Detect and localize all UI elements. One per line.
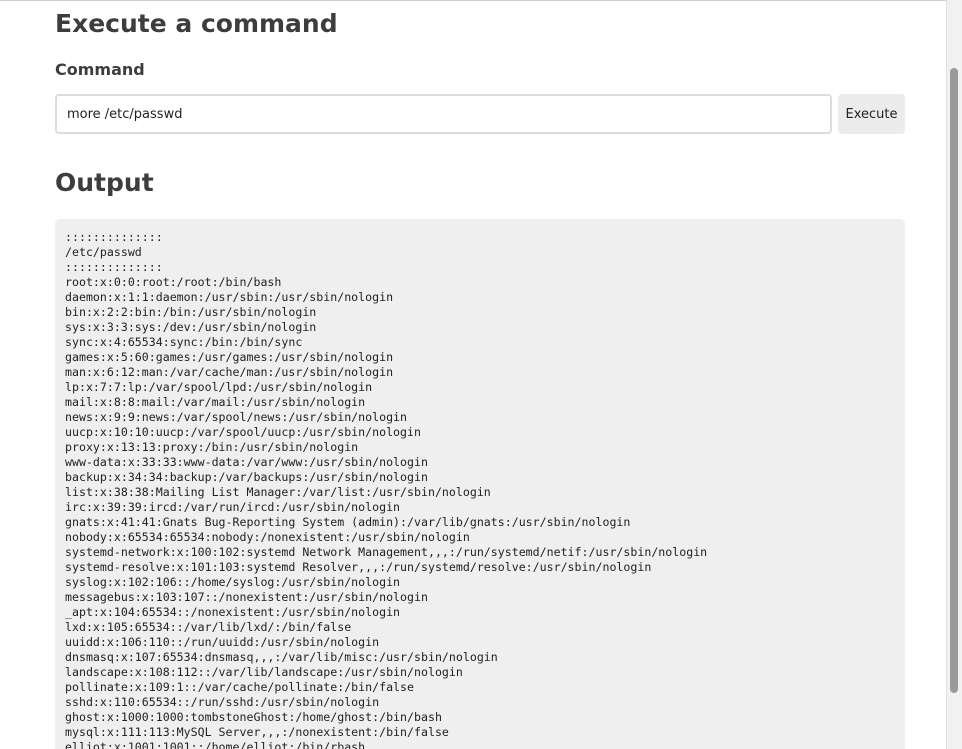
output-line: elliot:x:1001:1001::/home/elliot:/bin/rb…	[65, 740, 366, 749]
output-line: www-data:x:33:33:www-data:/var/www:/usr/…	[65, 455, 428, 469]
output-line: pollinate:x:109:1::/var/cache/pollinate:…	[65, 680, 415, 694]
output-line: mail:x:8:8:mail:/var/mail:/usr/sbin/nolo…	[65, 395, 366, 409]
output-line: proxy:x:13:13:proxy:/bin:/usr/sbin/nolog…	[65, 440, 359, 454]
output-line: systemd-network:x:100:102:systemd Networ…	[65, 545, 708, 559]
output-line: man:x:6:12:man:/var/cache/man:/usr/sbin/…	[65, 365, 394, 379]
output-line: _apt:x:104:65534::/nonexistent:/usr/sbin…	[65, 605, 401, 619]
command-input[interactable]	[55, 94, 832, 134]
output-line: landscape:x:108:112::/var/lib/landscape:…	[65, 665, 463, 679]
output-line: nobody:x:65534:65534:nobody:/nonexistent…	[65, 530, 470, 544]
output-line: messagebus:x:103:107::/nonexistent:/usr/…	[65, 590, 428, 604]
output-panel: ::::::::::::::/etc/passwd:::::::::::::: r…	[55, 219, 905, 749]
output-line: sshd:x:110:65534::/run/sshd:/usr/sbin/no…	[65, 695, 380, 709]
output-line: dnsmasq:x:107:65534:dnsmasq,,,:/var/lib/…	[65, 650, 498, 664]
output-line: list:x:38:38:Mailing List Manager:/var/l…	[65, 485, 491, 499]
output-line: sync:x:4:65534:sync:/bin:/bin/sync	[65, 335, 303, 349]
output-line: /etc/passwd	[65, 245, 142, 259]
output-line: daemon:x:1:1:daemon:/usr/sbin:/usr/sbin/…	[65, 290, 394, 304]
output-line: irc:x:39:39:ircd:/var/run/ircd:/usr/sbin…	[65, 500, 401, 514]
output-line: lxd:x:105:65534::/var/lib/lxd/:/bin/fals…	[65, 620, 352, 634]
output-lines: ::::::::::::::/etc/passwd:::::::::::::: r…	[65, 230, 895, 749]
output-line: systemd-resolve:x:101:103:systemd Resolv…	[65, 560, 652, 574]
output-line: root:x:0:0:root:/root:/bin/bash	[65, 275, 282, 289]
output-line: ghost:x:1000:1000:tombstoneGhost:/home/g…	[65, 710, 442, 724]
output-title: Output	[55, 168, 154, 197]
scrollbar-thumb[interactable]	[950, 68, 958, 693]
vertical-scrollbar[interactable]	[946, 0, 962, 749]
output-line: uuidd:x:106:110::/run/uuidd:/usr/sbin/no…	[65, 635, 380, 649]
output-line: games:x:5:60:games:/usr/games:/usr/sbin/…	[65, 350, 394, 364]
output-line: bin:x:2:2:bin:/bin:/usr/sbin/nologin	[65, 305, 317, 319]
top-divider	[0, 0, 946, 1]
output-line: syslog:x:102:106::/home/syslog:/usr/sbin…	[65, 575, 401, 589]
page: Execute a command Command Execute Output…	[0, 0, 962, 749]
execute-button[interactable]: Execute	[838, 94, 905, 134]
output-line: ::::::::::::::	[65, 260, 163, 274]
output-line: uucp:x:10:10:uucp:/var/spool/uucp:/usr/s…	[65, 425, 421, 439]
output-line: gnats:x:41:41:Gnats Bug-Reporting System…	[65, 515, 631, 529]
command-label: Command	[55, 60, 145, 79]
output-line: lp:x:7:7:lp:/var/spool/lpd:/usr/sbin/nol…	[65, 380, 373, 394]
output-line: backup:x:34:34:backup:/var/backups:/usr/…	[65, 470, 428, 484]
output-line: news:x:9:9:news:/var/spool/news:/usr/sbi…	[65, 410, 408, 424]
output-line: mysql:x:111:113:MySQL Server,,,:/nonexis…	[65, 725, 449, 739]
output-line: ::::::::::::::	[65, 230, 163, 244]
page-title: Execute a command	[55, 9, 338, 38]
output-line: sys:x:3:3:sys:/dev:/usr/sbin/nologin	[65, 320, 317, 334]
